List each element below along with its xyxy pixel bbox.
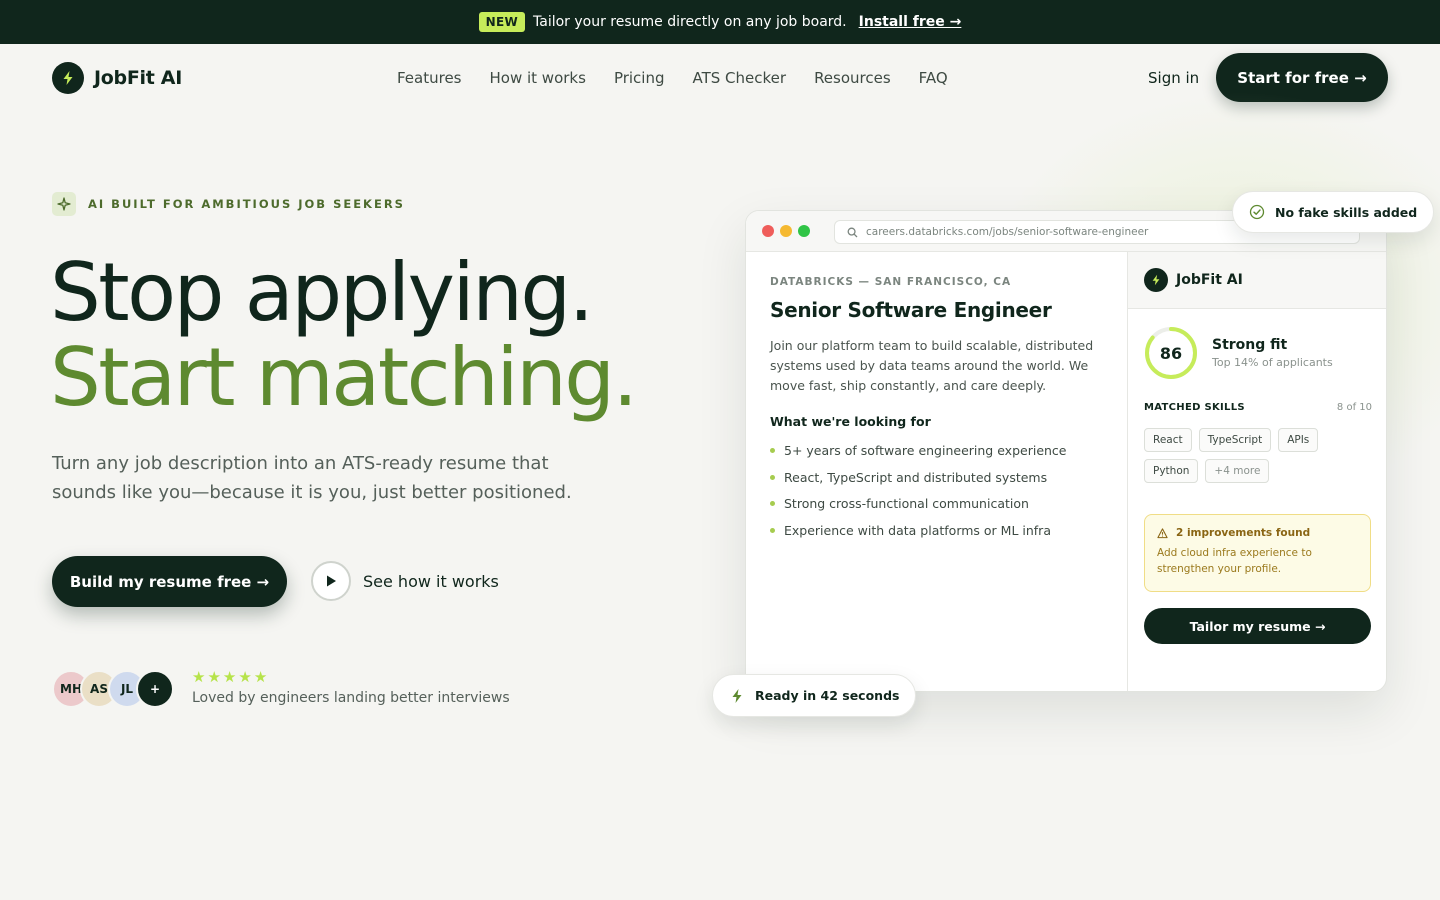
skills-count: 8 of 10	[1336, 402, 1372, 413]
improvements-body: Add cloud infra experience to strengthen…	[1157, 547, 1312, 575]
see-how-it-works-label: See how it works	[363, 571, 499, 591]
bullet-dot	[770, 474, 775, 480]
no-fake-skills-text: No fake skills added	[1275, 204, 1418, 220]
url-text: careers.databricks.com/jobs/senior-softw…	[866, 226, 1149, 238]
play-icon	[311, 561, 351, 601]
list-item: Experience with data platforms or ML inf…	[770, 517, 1103, 544]
nav-features[interactable]: Features	[397, 69, 462, 87]
hero-headline: Stop applying. Start matching.	[50, 246, 638, 424]
ready-time-text: Ready in 42 seconds	[755, 688, 900, 703]
minimize-dot	[780, 225, 792, 237]
skill-chip[interactable]: React	[1144, 428, 1192, 452]
job-title: Senior Software Engineer	[770, 298, 1052, 322]
hero-eyebrow: AI BUILT FOR AMBITIOUS JOB SEEKERS	[52, 192, 405, 216]
requirement-text: Strong cross-functional communication	[784, 496, 1029, 512]
requirement-text: Experience with data platforms or ML inf…	[784, 522, 1051, 538]
panel-brand: JobFit AI	[1176, 272, 1243, 288]
job-company: DATABRICKS — SAN FRANCISCO, CA	[770, 276, 1012, 288]
nav-faq[interactable]: FAQ	[919, 69, 948, 87]
bolt-icon	[732, 688, 742, 703]
announcement-bar: NEW Tailor your resume directly on any j…	[0, 0, 1440, 44]
brand-logo[interactable]: JobFit AI	[52, 62, 182, 94]
bullet-dot	[770, 447, 775, 453]
social-proof-text: Loved by engineers landing better interv…	[192, 690, 510, 706]
no-fake-skills-badge: No fake skills added	[1232, 191, 1435, 233]
close-dot	[762, 225, 774, 237]
see-how-it-works-button[interactable]: See how it works	[311, 561, 499, 601]
headline-line-1: Stop applying.	[50, 246, 594, 339]
nav-how-it-works[interactable]: How it works	[490, 69, 586, 87]
list-item: Strong cross-functional communication	[770, 490, 1103, 517]
build-resume-button[interactable]: Build my resume free →	[52, 556, 287, 607]
score-ring: 86	[1144, 326, 1198, 380]
nav-pricing[interactable]: Pricing	[614, 69, 665, 87]
job-description: Join our platform team to build scalable…	[770, 338, 1094, 393]
job-posting: DATABRICKS — SAN FRANCISCO, CA Senior So…	[746, 252, 1128, 691]
improvements-card: 2 improvements found Add cloud infra exp…	[1144, 514, 1371, 592]
sign-in-link[interactable]: Sign in	[1148, 69, 1199, 87]
product-mockup: careers.databricks.com/jobs/senior-softw…	[745, 210, 1387, 692]
star-icon: ★	[192, 668, 206, 686]
avatar-more: +	[136, 670, 174, 708]
star-icon: ★	[253, 668, 268, 686]
maximize-dot	[798, 225, 810, 237]
bolt-icon	[52, 62, 84, 94]
requirements-heading: What we're looking for	[770, 414, 931, 429]
main-nav: Features How it works Pricing ATS Checke…	[397, 69, 948, 87]
star-icon: ★	[238, 668, 252, 686]
headline-line-2: Start matching.	[50, 331, 638, 424]
skills-label: MATCHED SKILLS	[1144, 402, 1245, 413]
fit-score: 86 Strong fit Top 14% of applicants	[1144, 326, 1333, 380]
skills-header: MATCHED SKILLS 8 of 10	[1144, 402, 1372, 413]
install-free-link[interactable]: Install free →	[859, 14, 962, 30]
brand-name: JobFit AI	[94, 67, 182, 89]
nav-ats-checker[interactable]: ATS Checker	[693, 69, 787, 87]
improvements-title: 2 improvements found	[1157, 527, 1358, 539]
rating-stars: ★ ★ ★ ★ ★	[192, 668, 267, 686]
jobfit-panel: JobFit AI 86 Strong fit Top 14% of appli…	[1128, 252, 1386, 691]
bolt-icon	[1144, 268, 1168, 292]
skill-chip[interactable]: Python	[1144, 459, 1199, 483]
bullet-dot	[770, 527, 775, 533]
requirement-text: React, TypeScript and distributed system…	[784, 469, 1048, 485]
skill-chip[interactable]: TypeScript	[1198, 428, 1272, 452]
more-skills-chip[interactable]: +4 more	[1205, 459, 1270, 483]
sparkle-icon	[52, 192, 76, 216]
nav-resources[interactable]: Resources	[814, 69, 891, 87]
list-item: React, TypeScript and distributed system…	[770, 464, 1103, 491]
fit-subtitle: Top 14% of applicants	[1212, 356, 1333, 369]
star-icon: ★	[207, 668, 221, 686]
list-item: 5+ years of software engineering experie…	[770, 437, 1103, 464]
skill-chip[interactable]: APIs	[1278, 428, 1319, 452]
skill-chips: React TypeScript APIs Python +4 more	[1144, 428, 1376, 483]
requirements-list: 5+ years of software engineering experie…	[770, 437, 1103, 544]
score-value: 86	[1159, 343, 1183, 363]
bullet-dot	[770, 501, 775, 507]
hero-subhead: Turn any job description into an ATS-rea…	[52, 453, 572, 503]
new-badge: NEW	[478, 12, 526, 32]
search-icon	[847, 227, 858, 237]
announcement-text: Tailor your resume directly on any job b…	[533, 14, 847, 30]
ready-time-badge: Ready in 42 seconds	[712, 674, 917, 717]
requirement-text: 5+ years of software engineering experie…	[784, 442, 1067, 458]
check-circle-icon	[1249, 204, 1265, 220]
warning-icon	[1157, 527, 1168, 538]
panel-header: JobFit AI	[1128, 252, 1386, 309]
improvements-title-text: 2 improvements found	[1176, 527, 1311, 539]
eyebrow-text: AI BUILT FOR AMBITIOUS JOB SEEKERS	[88, 197, 405, 211]
fit-title: Strong fit	[1212, 337, 1288, 353]
avatar-stack: MH AS JL +	[52, 670, 174, 708]
star-icon: ★	[222, 668, 237, 686]
tailor-resume-button[interactable]: Tailor my resume →	[1144, 608, 1371, 644]
